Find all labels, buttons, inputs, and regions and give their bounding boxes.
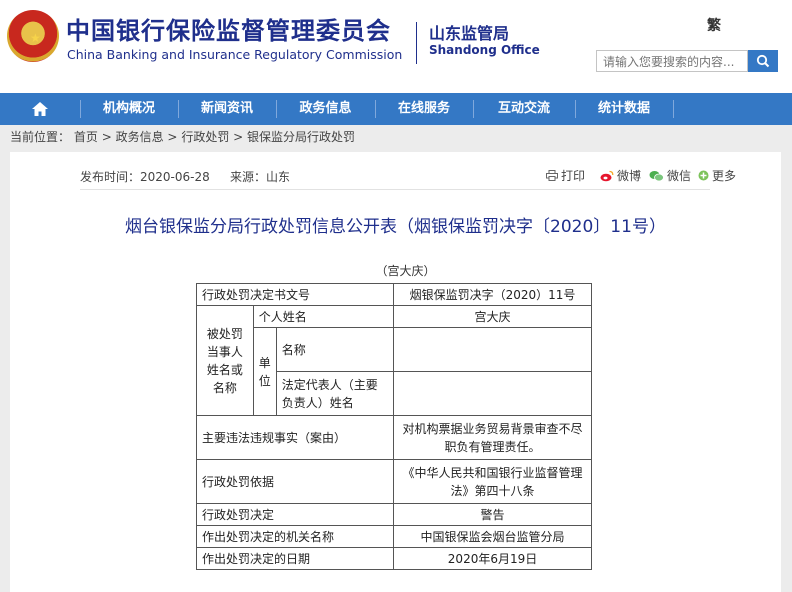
share-weibo-button[interactable]: 微博	[600, 167, 641, 184]
nav-item-government-info[interactable]: 政务信息	[276, 93, 375, 125]
meta-divider	[80, 189, 710, 190]
table-row: 作出处罚决定的机关名称 中国银保监会烟台监管分局	[195, 525, 592, 548]
nav-item-interaction[interactable]: 互动交流	[473, 93, 575, 125]
home-icon	[32, 102, 48, 116]
date-label: 作出处罚决定的日期	[195, 547, 395, 570]
main-nav: 机构概况 新闻资讯 政务信息 在线服务 互动交流 统计数据	[0, 93, 792, 125]
basis-label: 行政处罚依据	[195, 459, 395, 504]
breadcrumb-item-penalties[interactable]: 行政处罚	[181, 130, 229, 144]
plus-circle-icon	[698, 170, 709, 181]
unit-label: 单位	[252, 327, 277, 416]
office-name-cn: 山东监管局	[429, 24, 510, 43]
breadcrumb-label: 当前位置：	[10, 130, 71, 144]
breadcrumb: 当前位置： 首页 > 政务信息 > 行政处罚 > 银保监分局行政处罚	[0, 126, 792, 148]
table-row: 行政处罚决定书文号 烟银保监罚决字（2020）11号	[195, 283, 592, 306]
individual-name-value: 宫大庆	[393, 305, 592, 328]
table-row: 行政处罚决定 警告	[195, 503, 592, 526]
unit-name-label: 名称	[275, 327, 395, 372]
weibo-label: 微博	[617, 169, 642, 183]
subject-name: （宫大庆）	[375, 264, 436, 278]
search-box	[596, 50, 748, 72]
national-emblem-icon: ★	[7, 10, 59, 62]
legal-rep-value	[393, 371, 592, 416]
star-icon: ★	[30, 31, 41, 45]
wechat-label: 微信	[667, 169, 692, 183]
facts-value: 对机构票据业务贸易背景审查不尽职负有管理责任。	[393, 415, 592, 460]
facts-label: 主要违法违规事实（案由）	[195, 415, 395, 460]
traditional-chinese-toggle[interactable]: 繁	[707, 15, 721, 35]
breadcrumb-item-government-info[interactable]: 政务信息	[116, 130, 164, 144]
breadcrumb-separator: >	[167, 130, 178, 144]
decision-label: 行政处罚决定	[195, 503, 395, 526]
authority-label: 作出处罚决定的机关名称	[195, 525, 395, 548]
wechat-icon	[649, 170, 664, 181]
search-icon	[756, 54, 770, 68]
party-label: 被处罚当事人姓名或名称	[196, 305, 254, 416]
legal-rep-label: 法定代表人（主要负责人）姓名	[275, 371, 395, 416]
nav-separator	[673, 100, 674, 118]
table-row: 单位 名称	[197, 327, 592, 416]
printer-icon	[546, 170, 558, 181]
basis-value: 《中华人民共和国银行业监督管理法》第四十八条	[393, 459, 592, 504]
article-title: 烟台银保监分局行政处罚信息公开表（烟银保监罚决字〔2020〕11号）	[125, 217, 666, 237]
header-divider	[416, 22, 417, 64]
table-row: 行政处罚依据 《中华人民共和国银行业监督管理法》第四十八条	[195, 459, 592, 504]
nav-item-statistics[interactable]: 统计数据	[575, 93, 673, 125]
decision-no-value: 烟银保监罚决字（2020）11号	[393, 283, 592, 306]
office-name-en: Shandong Office	[429, 43, 540, 57]
publish-time: 发布时间：2020-06-28	[80, 170, 210, 184]
decision-value: 警告	[393, 503, 592, 526]
share-more-button[interactable]: 更多	[698, 167, 736, 184]
share-wechat-button[interactable]: 微信	[649, 167, 691, 184]
breadcrumb-item-branch-penalties[interactable]: 银保监分局行政处罚	[247, 130, 355, 144]
more-label: 更多	[712, 169, 737, 183]
nav-item-about[interactable]: 机构概况	[80, 93, 178, 125]
table-row: 作出处罚决定的日期 2020年6月19日	[195, 547, 592, 570]
print-label: 打印	[561, 169, 586, 183]
site-title-en: China Banking and Insurance Regulatory C…	[67, 47, 403, 62]
site-header: ★ 中国银行保险监督管理委员会 China Banking and Insura…	[0, 0, 792, 93]
weibo-icon	[600, 170, 614, 181]
breadcrumb-item-home[interactable]: 首页	[74, 130, 98, 144]
search-button[interactable]	[748, 50, 778, 72]
article-source: 来源：山东	[230, 170, 291, 184]
individual-name-label: 个人姓名	[252, 305, 395, 328]
penalty-info-table: 行政处罚决定书文号 烟银保监罚决字（2020）11号 被处罚当事人姓名或名称 个…	[195, 283, 592, 570]
nav-item-news[interactable]: 新闻资讯	[178, 93, 276, 125]
breadcrumb-separator: >	[101, 130, 112, 144]
nav-home-button[interactable]	[0, 93, 80, 125]
nav-item-online-services[interactable]: 在线服务	[375, 93, 473, 125]
print-button[interactable]: 打印	[546, 167, 585, 184]
article-panel: 发布时间：2020-06-28 来源：山东 打印 微博 微信 更多 烟台银保监分…	[10, 152, 781, 592]
table-row: 主要违法违规事实（案由） 对机构票据业务贸易背景审查不尽职负有管理责任。	[195, 415, 592, 460]
authority-value: 中国银保监会烟台监管分局	[393, 525, 592, 548]
search-input[interactable]	[597, 52, 747, 72]
table-row: 被处罚当事人姓名或名称 个人姓名 宫大庆	[196, 305, 592, 416]
site-title-cn[interactable]: 中国银行保险监督管理委员会	[66, 11, 391, 46]
decision-no-label: 行政处罚决定书文号	[195, 283, 395, 306]
date-value: 2020年6月19日	[393, 547, 592, 570]
breadcrumb-separator: >	[233, 130, 244, 144]
unit-name-value	[393, 327, 592, 372]
